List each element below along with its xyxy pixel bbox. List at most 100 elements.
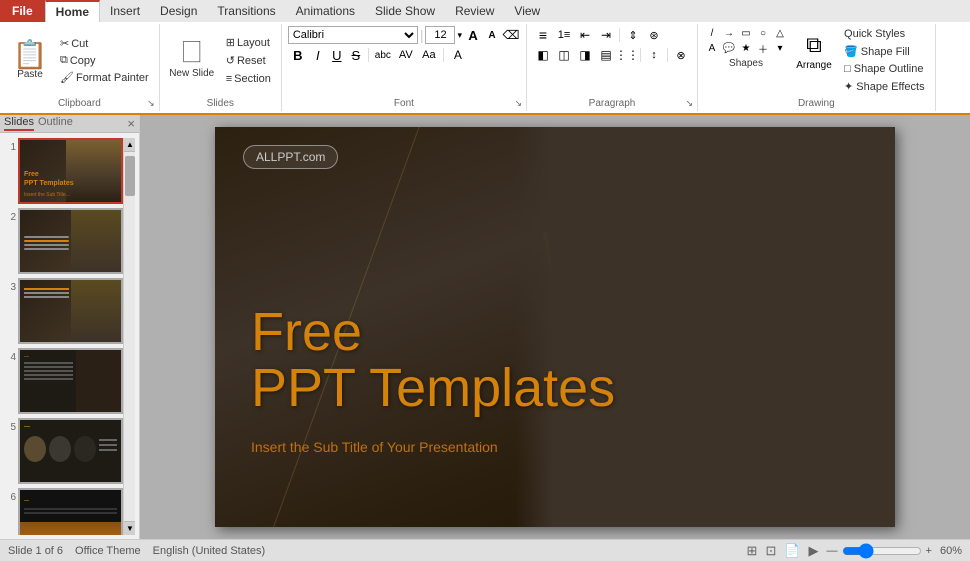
paste-button[interactable]: 📋 Paste [6,36,54,86]
para-sep2 [640,48,641,62]
numbered-list-button[interactable]: 1≡ [554,26,574,44]
panel-scrollbar[interactable]: ▲ ▼ [123,138,135,535]
canvas-area: ALLPPT.com Free PPT Templates Insert the… [140,115,970,539]
view-normal-button[interactable]: ⊞ [747,543,758,559]
slides-small-buttons: ⊞ Layout ↺ Reset ≡ Section [222,35,275,87]
align-right-button[interactable]: ◨ [575,46,595,64]
outline-tab[interactable]: Outline [38,116,73,131]
columns-button[interactable]: ⋮⋮ [617,46,637,64]
shape-fill-icon: 🪣 [844,46,858,58]
change-case-button[interactable]: Aa [418,46,440,64]
align-left-button[interactable]: ◧ [533,46,553,64]
clipboard-expand-icon[interactable]: ↘ [147,98,155,109]
slides-tab[interactable]: Slides [4,116,34,131]
new-slide-button[interactable]: 🗌 New Slide [166,36,218,86]
slide-thumb-6[interactable]: — [18,488,123,535]
line-spacing-button[interactable]: ↕ [644,46,664,64]
arrange-button[interactable]: ⧉ Arrange [792,26,836,76]
view-reading-button[interactable]: 📄 [784,543,800,559]
new-slide-icon: 🗌 [182,42,201,66]
shape-rect-btn[interactable]: ▭ [738,26,754,40]
justify-button[interactable]: ▤ [596,46,616,64]
panel-tabs: Slides Outline [4,116,73,131]
slide-thumb-3[interactable] [18,278,123,344]
paragraph-expand-icon[interactable]: ↘ [685,98,693,109]
shape-tri-btn[interactable]: △ [772,26,788,40]
decrease-font-button[interactable]: A [484,26,500,44]
shape-arrow-btn[interactable]: → [721,26,737,40]
underline-button[interactable]: U [328,46,346,64]
clipboard-small-buttons: ✂ Cut ⧉ Copy 🖌 Format Painter [56,36,153,86]
scroll-down-arrow[interactable]: ▼ [124,521,135,535]
file-tab[interactable]: File [0,0,45,22]
shape-more-btn[interactable]: ▾ [772,41,788,55]
convert-smartart-button[interactable]: ⊛ [644,26,664,44]
slide-thumb-4[interactable]: — [18,348,123,414]
font-size-arrow[interactable]: ▾ [457,30,462,41]
tab-review[interactable]: Review [445,0,504,22]
scroll-thumb[interactable] [125,156,135,196]
font-color-button[interactable]: A [447,46,469,64]
text-shadow-button[interactable]: abc [372,46,394,64]
tab-home[interactable]: Home [45,0,100,22]
copy-button[interactable]: ⧉ Copy [56,53,153,69]
font-row-1: Calibri | ▾ A A ⌫ [288,26,520,44]
shape-star-btn[interactable]: ★ [738,41,754,55]
status-bar: Slide 1 of 6 Office Theme English (Unite… [0,539,970,561]
slide-thumb-container-6: 6 — [4,488,123,535]
panel-close-button[interactable]: × [127,117,135,130]
shape-textbox-btn[interactable]: A [704,41,720,55]
scroll-up-arrow[interactable]: ▲ [124,138,135,152]
shape-plus-btn[interactable]: ＋ [755,41,771,55]
align-center-button[interactable]: ◫ [554,46,574,64]
italic-button[interactable]: I [309,46,327,64]
font-family-select[interactable]: Calibri [288,26,418,44]
clear-format-button[interactable]: ⌫ [502,26,520,44]
shape-effects-button[interactable]: ✦ Shape Effects [840,78,929,95]
copy-icon: ⧉ [60,54,68,67]
font-row-2: B I U S abc AV Aa A [288,46,520,64]
increase-indent-button[interactable]: ⇥ [596,26,616,44]
view-slide-sorter-button[interactable]: ⊡ [765,543,776,559]
shape-effects-icon: ✦ [844,81,853,93]
slide-canvas[interactable]: ALLPPT.com Free PPT Templates Insert the… [215,127,895,527]
shape-callout-btn[interactable]: 💬 [721,41,737,55]
slide-thumb-2[interactable] [18,208,123,274]
cut-button[interactable]: ✂ Cut [56,36,153,52]
tab-slideshow[interactable]: Slide Show [365,0,445,22]
shape-line-btn[interactable]: / [704,26,720,40]
format-painter-button[interactable]: 🖌 Format Painter [56,70,153,86]
tab-insert[interactable]: Insert [100,0,150,22]
shape-outline-button[interactable]: □ Shape Outline [840,61,929,77]
scroll-track [124,152,135,521]
view-slideshow-button[interactable]: ▶ [809,543,819,559]
bold-button[interactable]: B [288,46,308,64]
shape-fill-button[interactable]: 🪣 Shape Fill [840,43,929,60]
zoom-slider[interactable]: — + [827,545,932,557]
quick-styles-button[interactable]: Quick Styles [840,26,929,42]
section-button[interactable]: ≡ Section [222,71,275,87]
decrease-indent-button[interactable]: ⇤ [575,26,595,44]
strikethrough-button[interactable]: S [347,46,365,64]
text-direction-button[interactable]: ⇕ [623,26,643,44]
font-expand-icon[interactable]: ↘ [514,98,522,109]
tab-animations[interactable]: Animations [286,0,365,22]
smart-art-button[interactable]: ⊗ [671,46,691,64]
font-size-input[interactable] [425,26,455,44]
tab-design[interactable]: Design [150,0,207,22]
slide-thumb-5[interactable]: — [18,418,123,484]
bullets-button[interactable]: ≡ [533,26,553,44]
reset-button[interactable]: ↺ Reset [222,53,275,69]
tab-transitions[interactable]: Transitions [207,0,285,22]
layout-button[interactable]: ⊞ Layout [222,35,275,51]
increase-font-button[interactable]: A [464,26,482,44]
zoom-range[interactable] [842,546,922,556]
slide-thumb-1[interactable]: FreePPT Templates Insert the Sub Title..… [18,138,123,204]
drawing-group-content: / → ▭ ○ △ A 💬 ★ ＋ ▾ Shapes ⧉ Arrange [704,26,929,109]
reset-icon: ↺ [226,54,235,67]
char-spacing-button[interactable]: AV [395,46,417,64]
slide-num-6: 6 [4,492,16,503]
shape-circle-btn[interactable]: ○ [755,26,771,40]
tab-view[interactable]: View [504,0,550,22]
slide-thumb-container-3: 3 [4,278,123,344]
